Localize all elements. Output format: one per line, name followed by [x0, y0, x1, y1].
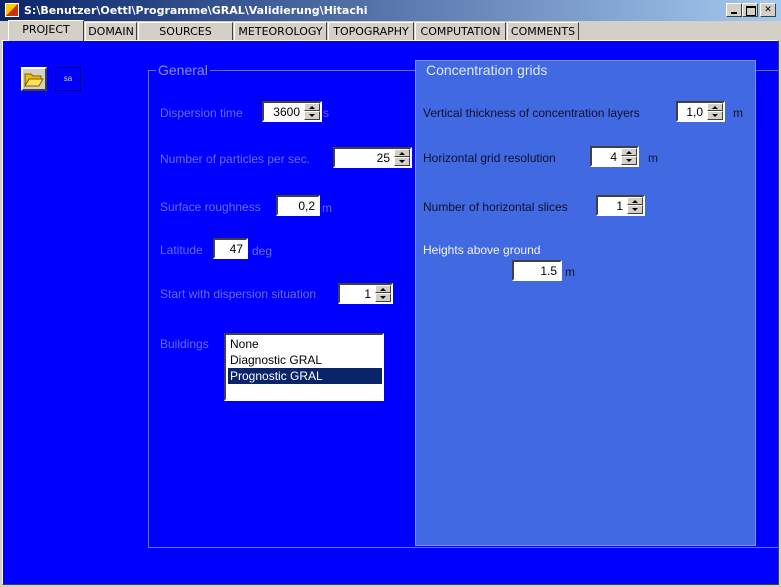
buildings-option-none[interactable]: None	[228, 336, 382, 352]
spin-down-icon[interactable]	[621, 156, 637, 165]
app-icon	[5, 3, 19, 17]
horizontal-resolution-stepper[interactable]: 4	[590, 146, 639, 167]
spin-up-icon[interactable]	[621, 148, 637, 156]
spin-up-icon[interactable]	[627, 197, 643, 205]
close-button[interactable]: ✕	[760, 3, 776, 17]
vertical-thickness-spin[interactable]	[707, 103, 723, 120]
particles-spin[interactable]	[394, 149, 410, 166]
dispersion-time-label: Dispersion time	[160, 106, 243, 120]
tab-comments[interactable]: COMMENTS	[507, 22, 579, 40]
tab-topography[interactable]: TOPOGRAPHY	[328, 22, 414, 40]
start-situation-stepper[interactable]: 1	[338, 283, 393, 304]
tab-project[interactable]: PROJECT	[8, 20, 84, 41]
heights-input[interactable]: 1.5	[512, 260, 562, 281]
start-situation-label: Start with dispersion situation	[160, 287, 317, 301]
latitude-label: Latitude	[160, 243, 203, 257]
dispersion-time-stepper[interactable]: 3600	[262, 101, 322, 122]
latitude-input[interactable]: 47	[213, 238, 248, 259]
spin-down-icon[interactable]	[707, 111, 723, 120]
tab-sources[interactable]: SOURCES	[138, 22, 233, 40]
latitude-value: 47	[229, 242, 243, 256]
spin-up-icon[interactable]	[375, 285, 391, 293]
particles-stepper[interactable]: 25	[333, 147, 412, 168]
horizontal-resolution-spin[interactable]	[621, 148, 637, 165]
buildings-listbox[interactable]: None Diagnostic GRAL Prognostic GRAL	[224, 333, 384, 401]
horizontal-resolution-label: Horizontal grid resolution	[423, 151, 556, 165]
tab-computation[interactable]: COMPUTATION	[415, 22, 506, 40]
buildings-label: Buildings	[160, 337, 209, 351]
buildings-option-prognostic[interactable]: Prognostic GRAL	[228, 368, 382, 384]
horizontal-slices-label: Number of horizontal slices	[423, 200, 568, 214]
roughness-value: 0,2	[298, 199, 315, 213]
maximize-button[interactable]	[742, 3, 758, 17]
spin-up-icon[interactable]	[394, 149, 410, 157]
vertical-thickness-stepper[interactable]: 1,0	[676, 101, 725, 122]
heights-value: 1.5	[540, 264, 557, 278]
window-title: S:\Benutzer\Oettl\Programme\GRAL\Validie…	[24, 4, 368, 17]
vertical-thickness-value: 1,0	[686, 105, 703, 119]
particles-label: Number of particles per sec.	[160, 152, 311, 166]
minimize-button[interactable]	[726, 3, 742, 17]
heights-unit: m	[565, 265, 575, 279]
dispersion-time-spin[interactable]	[304, 103, 320, 120]
spin-down-icon[interactable]	[394, 157, 410, 166]
spin-down-icon[interactable]	[627, 205, 643, 214]
open-project-button[interactable]	[21, 67, 47, 91]
latitude-unit: deg	[252, 244, 273, 258]
heights-label: Heights above ground	[423, 243, 541, 257]
roughness-label: Surface roughness	[160, 200, 261, 214]
roughness-input[interactable]: 0,2	[276, 195, 320, 216]
spin-up-icon[interactable]	[304, 103, 320, 111]
start-situation-spin[interactable]	[375, 285, 391, 302]
horizontal-resolution-unit: m	[648, 151, 658, 165]
horizontal-slices-value: 1	[616, 199, 623, 213]
vertical-thickness-unit: m	[733, 106, 743, 120]
general-group-title: General	[156, 62, 210, 78]
spin-down-icon[interactable]	[375, 293, 391, 302]
horizontal-slices-stepper[interactable]: 1	[596, 195, 645, 216]
spin-down-icon[interactable]	[304, 111, 320, 120]
concentration-grids-title: Concentration grids	[423, 62, 551, 78]
folder-open-icon	[24, 73, 44, 88]
spin-up-icon[interactable]	[707, 103, 723, 111]
start-situation-value: 1	[364, 287, 371, 301]
tab-domain[interactable]: DOMAIN	[85, 22, 137, 40]
save-project-button[interactable]: sa	[55, 67, 81, 91]
tab-meteorology[interactable]: METEOROLOGY	[234, 22, 327, 40]
horizontal-resolution-value: 4	[610, 150, 617, 164]
vertical-thickness-label: Vertical thickness of concentration laye…	[423, 106, 640, 120]
title-bar: S:\Benutzer\Oettl\Programme\GRAL\Validie…	[0, 0, 781, 21]
concentration-grids-group	[415, 60, 756, 546]
buildings-option-diagnostic[interactable]: Diagnostic GRAL	[228, 352, 382, 368]
horizontal-slices-spin[interactable]	[627, 197, 643, 214]
particles-value: 25	[376, 151, 390, 165]
dispersion-time-unit: s	[323, 106, 329, 120]
dispersion-time-value: 3600	[273, 105, 300, 119]
roughness-unit: m	[322, 201, 332, 215]
